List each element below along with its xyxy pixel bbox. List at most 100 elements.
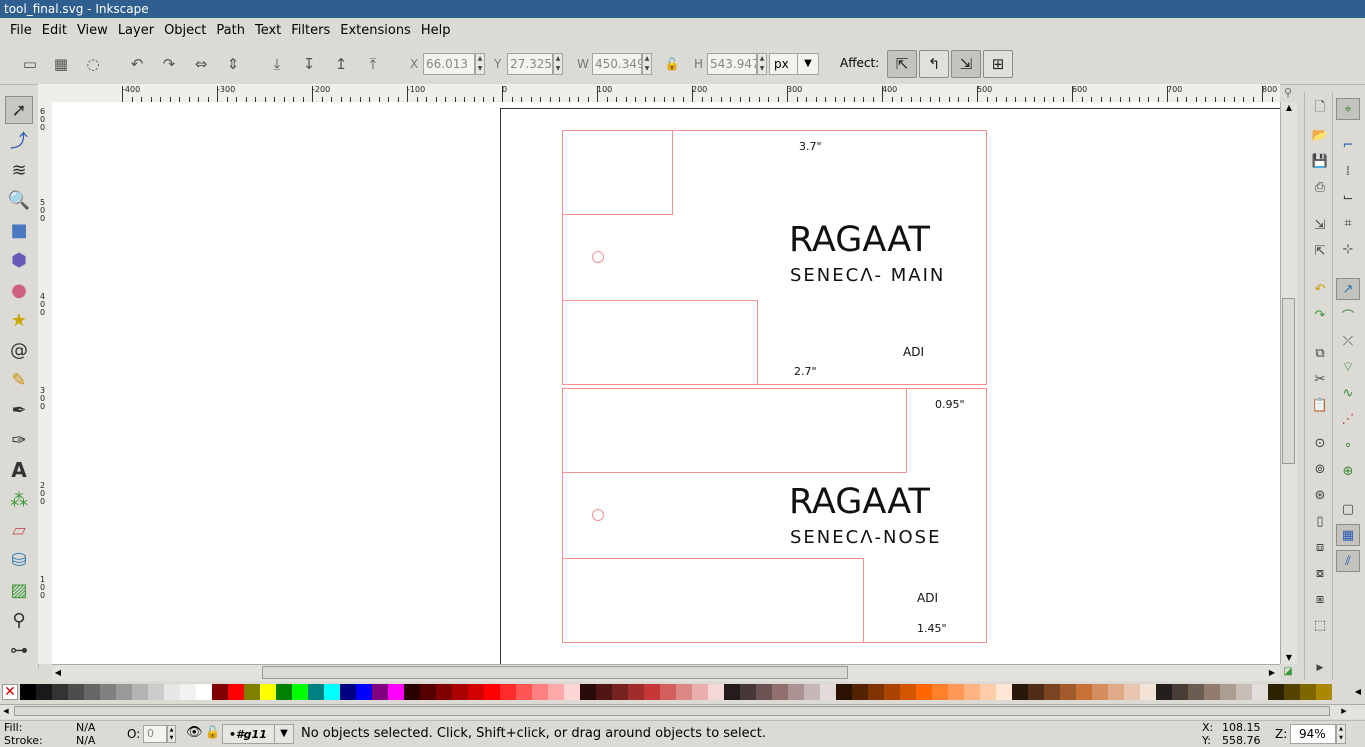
color-swatch[interactable] — [20, 684, 36, 700]
group-icon[interactable]: ⬚ — [1308, 614, 1332, 636]
menu-object[interactable]: Object — [159, 18, 211, 44]
color-swatch[interactable] — [212, 684, 228, 700]
color-swatch[interactable] — [1316, 684, 1332, 700]
menu-filters[interactable]: Filters — [286, 18, 335, 44]
zoom-spin-arrows[interactable]: ▲ ▼ — [1336, 724, 1346, 744]
color-swatch[interactable] — [1300, 684, 1316, 700]
snap-bbox-edge-icon[interactable]: ⁞ — [1336, 160, 1360, 182]
top-card-cutout-top[interactable] — [562, 130, 673, 215]
color-swatch[interactable] — [84, 684, 100, 700]
color-swatch[interactable] — [68, 684, 84, 700]
color-swatch[interactable] — [244, 684, 260, 700]
palette-scrollbar[interactable]: ◀ ▶ — [0, 704, 1365, 719]
unit-select[interactable]: px ▼ — [769, 53, 819, 75]
top-card-brand[interactable]: RAGAAT — [789, 220, 930, 260]
color-swatch[interactable] — [916, 684, 932, 700]
bottom-card-hole[interactable] — [592, 509, 604, 521]
color-swatch[interactable] — [452, 684, 468, 700]
calligraphy-tool-icon[interactable]: ✑ — [5, 426, 33, 454]
color-swatch[interactable] — [516, 684, 532, 700]
export-icon[interactable]: ⇱ — [1308, 240, 1332, 262]
palette-menu-icon[interactable]: ◀ — [1352, 684, 1364, 700]
color-swatch[interactable] — [1156, 684, 1172, 700]
affect-rounded-corners-icon[interactable]: ↰ — [919, 50, 949, 78]
color-swatch[interactable] — [596, 684, 612, 700]
color-swatch[interactable] — [884, 684, 900, 700]
snap-guides-icon[interactable]: ⫽ — [1336, 550, 1360, 572]
color-swatch[interactable] — [772, 684, 788, 700]
eraser-tool-icon[interactable]: ▱ — [5, 516, 33, 544]
layer-lock-icon[interactable]: 🔓 — [205, 725, 220, 739]
affect-gradients-icon[interactable]: ⇲ — [951, 50, 981, 78]
snap-center-icon[interactable]: ∘ — [1336, 434, 1360, 456]
color-swatch[interactable] — [692, 684, 708, 700]
x-spin-arrows[interactable]: ▲ ▼ — [475, 53, 485, 75]
color-swatch[interactable] — [116, 684, 132, 700]
palette-scroll-left-icon[interactable]: ◀ — [0, 705, 12, 717]
top-card-cutout-bottom[interactable] — [562, 300, 758, 385]
select-all-icon[interactable]: ▭ — [18, 52, 42, 76]
bottom-card-cutout-bottom[interactable] — [562, 558, 864, 643]
scroll-down-icon[interactable]: ▼ — [1281, 652, 1297, 664]
bottom-card-cutout-top[interactable] — [562, 388, 907, 473]
bottom-card-dim-top[interactable]: 0.95" — [935, 398, 965, 411]
bottom-card-adi[interactable]: ADI — [917, 591, 938, 605]
zoom-drawing-icon[interactable]: ⊚ — [1308, 458, 1332, 480]
raise-to-top-icon[interactable]: ⤒ — [361, 52, 385, 76]
menu-layer[interactable]: Layer — [113, 18, 159, 44]
new-document-icon[interactable]: 🗋 — [1308, 98, 1332, 120]
color-swatch[interactable] — [404, 684, 420, 700]
color-swatch[interactable] — [1236, 684, 1252, 700]
horizontal-scroll-thumb[interactable] — [262, 666, 848, 679]
horizontal-scrollbar[interactable]: ◀ ▶ — [52, 664, 1280, 681]
color-swatch[interactable] — [1252, 684, 1268, 700]
ellipse-tool-icon[interactable]: ● — [5, 276, 33, 304]
color-swatch[interactable] — [420, 684, 436, 700]
color-swatch[interactable] — [868, 684, 884, 700]
snap-grid-icon[interactable]: ▦ — [1336, 524, 1360, 546]
menu-extensions[interactable]: Extensions — [335, 18, 416, 44]
color-swatch[interactable] — [644, 684, 660, 700]
rotate-ccw-icon[interactable]: ↶ — [125, 52, 149, 76]
top-card-dim-bottom[interactable]: 2.7" — [794, 365, 817, 378]
top-card-hole[interactable] — [592, 251, 604, 263]
pencil-tool-icon[interactable]: ✎ — [5, 366, 33, 394]
color-swatch[interactable] — [36, 684, 52, 700]
color-swatch[interactable] — [1220, 684, 1236, 700]
color-swatch[interactable] — [788, 684, 804, 700]
color-swatch[interactable] — [1012, 684, 1028, 700]
color-swatch[interactable] — [1284, 684, 1300, 700]
color-swatch[interactable] — [260, 684, 276, 700]
bottom-card-dim-bottom[interactable]: 1.45" — [917, 622, 947, 635]
color-swatch[interactable] — [100, 684, 116, 700]
color-swatch[interactable] — [292, 684, 308, 700]
color-swatch[interactable] — [996, 684, 1012, 700]
color-swatch[interactable] — [628, 684, 644, 700]
vertical-scrollbar[interactable]: ▲ ▼ — [1280, 102, 1297, 664]
snap-bbox-icon[interactable]: ⌐ — [1336, 134, 1360, 156]
no-paint-swatch[interactable]: ✕ — [2, 684, 18, 700]
color-swatch[interactable] — [500, 684, 516, 700]
snap-bbox-center-icon[interactable]: ⊹ — [1336, 238, 1360, 260]
unlink-clone-icon[interactable]: ⧆ — [1308, 588, 1332, 610]
color-swatch[interactable] — [660, 684, 676, 700]
zoom-input[interactable]: 94% — [1290, 724, 1336, 744]
menu-file[interactable]: File — [0, 18, 37, 44]
copy-icon[interactable]: ⧉ — [1308, 342, 1332, 364]
color-swatch[interactable] — [1204, 684, 1220, 700]
color-swatch[interactable] — [804, 684, 820, 700]
snap-smooth-icon[interactable]: ∿ — [1336, 382, 1360, 404]
undo-icon[interactable]: ↶ — [1308, 278, 1332, 300]
rotate-cw-icon[interactable]: ↷ — [157, 52, 181, 76]
opacity-input[interactable]: 0 — [143, 725, 167, 743]
scroll-left-icon[interactable]: ◀ — [52, 665, 64, 681]
color-swatch[interactable] — [180, 684, 196, 700]
palette-scroll-thumb[interactable] — [14, 706, 1330, 716]
clone-icon[interactable]: ⧇ — [1308, 562, 1332, 584]
node-tool-icon[interactable]: ⤴ — [5, 126, 33, 154]
vertical-scroll-thumb[interactable] — [1282, 298, 1295, 464]
flip-vertical-icon[interactable]: ⇕ — [221, 52, 245, 76]
zoom-tool-icon[interactable]: 🔍 — [5, 186, 33, 214]
bottom-card-brand[interactable]: RAGAAT — [789, 482, 930, 522]
snap-cusp-icon[interactable]: ⌔ — [1336, 356, 1360, 378]
